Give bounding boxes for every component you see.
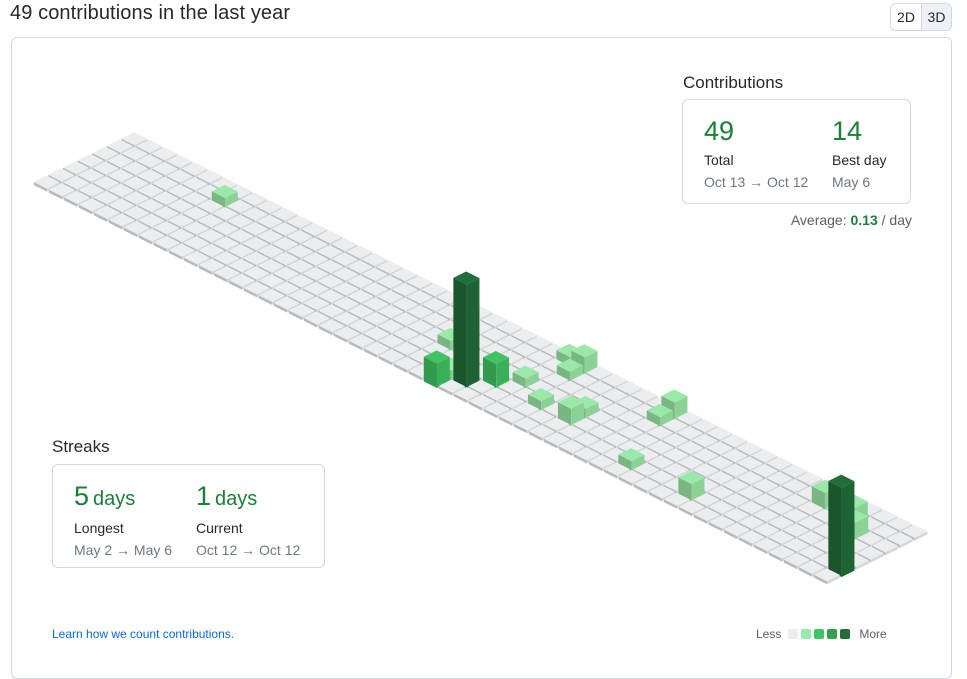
- total-label: Total: [704, 152, 734, 168]
- streaks-heading: Streaks: [52, 437, 110, 456]
- legend-swatch-2: [814, 629, 825, 639]
- average-suffix: / day: [881, 212, 912, 228]
- current-streak-label: Current: [196, 520, 243, 536]
- contribution-bar: [828, 474, 855, 578]
- contribution-bar: [453, 271, 480, 389]
- best-day-range: May 6: [832, 174, 871, 190]
- current-streak-range: Oct 12 → Oct 12: [196, 542, 301, 558]
- average-prefix: Average:: [790, 212, 847, 228]
- legend-swatch-1: [801, 629, 812, 639]
- view-toggle: 2D 3D: [890, 3, 952, 31]
- total-value: 49: [704, 116, 735, 146]
- view-3d-button[interactable]: 3D: [921, 4, 951, 30]
- longest-streak-label: Longest: [74, 520, 124, 536]
- color-legend: Less More: [756, 627, 887, 641]
- longest-streak-value: 5: [74, 481, 90, 511]
- contribution-card: Contributions 49 Total Oct 13 → Oct 12 1…: [11, 37, 952, 679]
- total-stat: 49 Total Oct 13 → Oct 12: [704, 116, 808, 190]
- legend-swatch-4: [840, 629, 851, 639]
- learn-contributions-link[interactable]: Learn how we count contributions.: [52, 627, 234, 641]
- legend-less-label: Less: [756, 627, 782, 641]
- best-day-label: Best day: [832, 152, 887, 168]
- average-line: Average: 0.13 / day: [791, 212, 912, 228]
- current-streak-value: 1: [196, 481, 212, 511]
- legend-swatch-0: [788, 629, 799, 639]
- best-day-value: 14: [832, 116, 863, 146]
- contributions-heading: Contributions: [683, 73, 784, 92]
- best-day-stat: 14 Best day May 6: [832, 116, 886, 190]
- longest-streak-range: May 2 → May 6: [74, 542, 173, 558]
- current-streak-unit: days: [215, 488, 258, 510]
- page-title: 49 contributions in the last year: [10, 2, 291, 24]
- contributions-box: 49 Total Oct 13 → Oct 12 14 Best day May…: [682, 99, 911, 204]
- streaks-box: 5 days Longest May 2 → May 6 1 days Curren…: [52, 464, 325, 568]
- contribution-bar: [423, 350, 450, 388]
- legend-more-label: More: [859, 627, 887, 641]
- average-value: 0.13: [850, 212, 878, 228]
- total-range: Oct 13 → Oct 12: [704, 174, 809, 190]
- current-streak-stat: 1 days Current Oct 12 → Oct 12: [196, 481, 300, 558]
- legend-swatch-3: [827, 629, 838, 639]
- longest-streak-stat: 5 days Longest May 2 → May 6: [74, 481, 172, 558]
- view-2d-button[interactable]: 2D: [891, 4, 921, 30]
- longest-streak-unit: days: [93, 488, 136, 510]
